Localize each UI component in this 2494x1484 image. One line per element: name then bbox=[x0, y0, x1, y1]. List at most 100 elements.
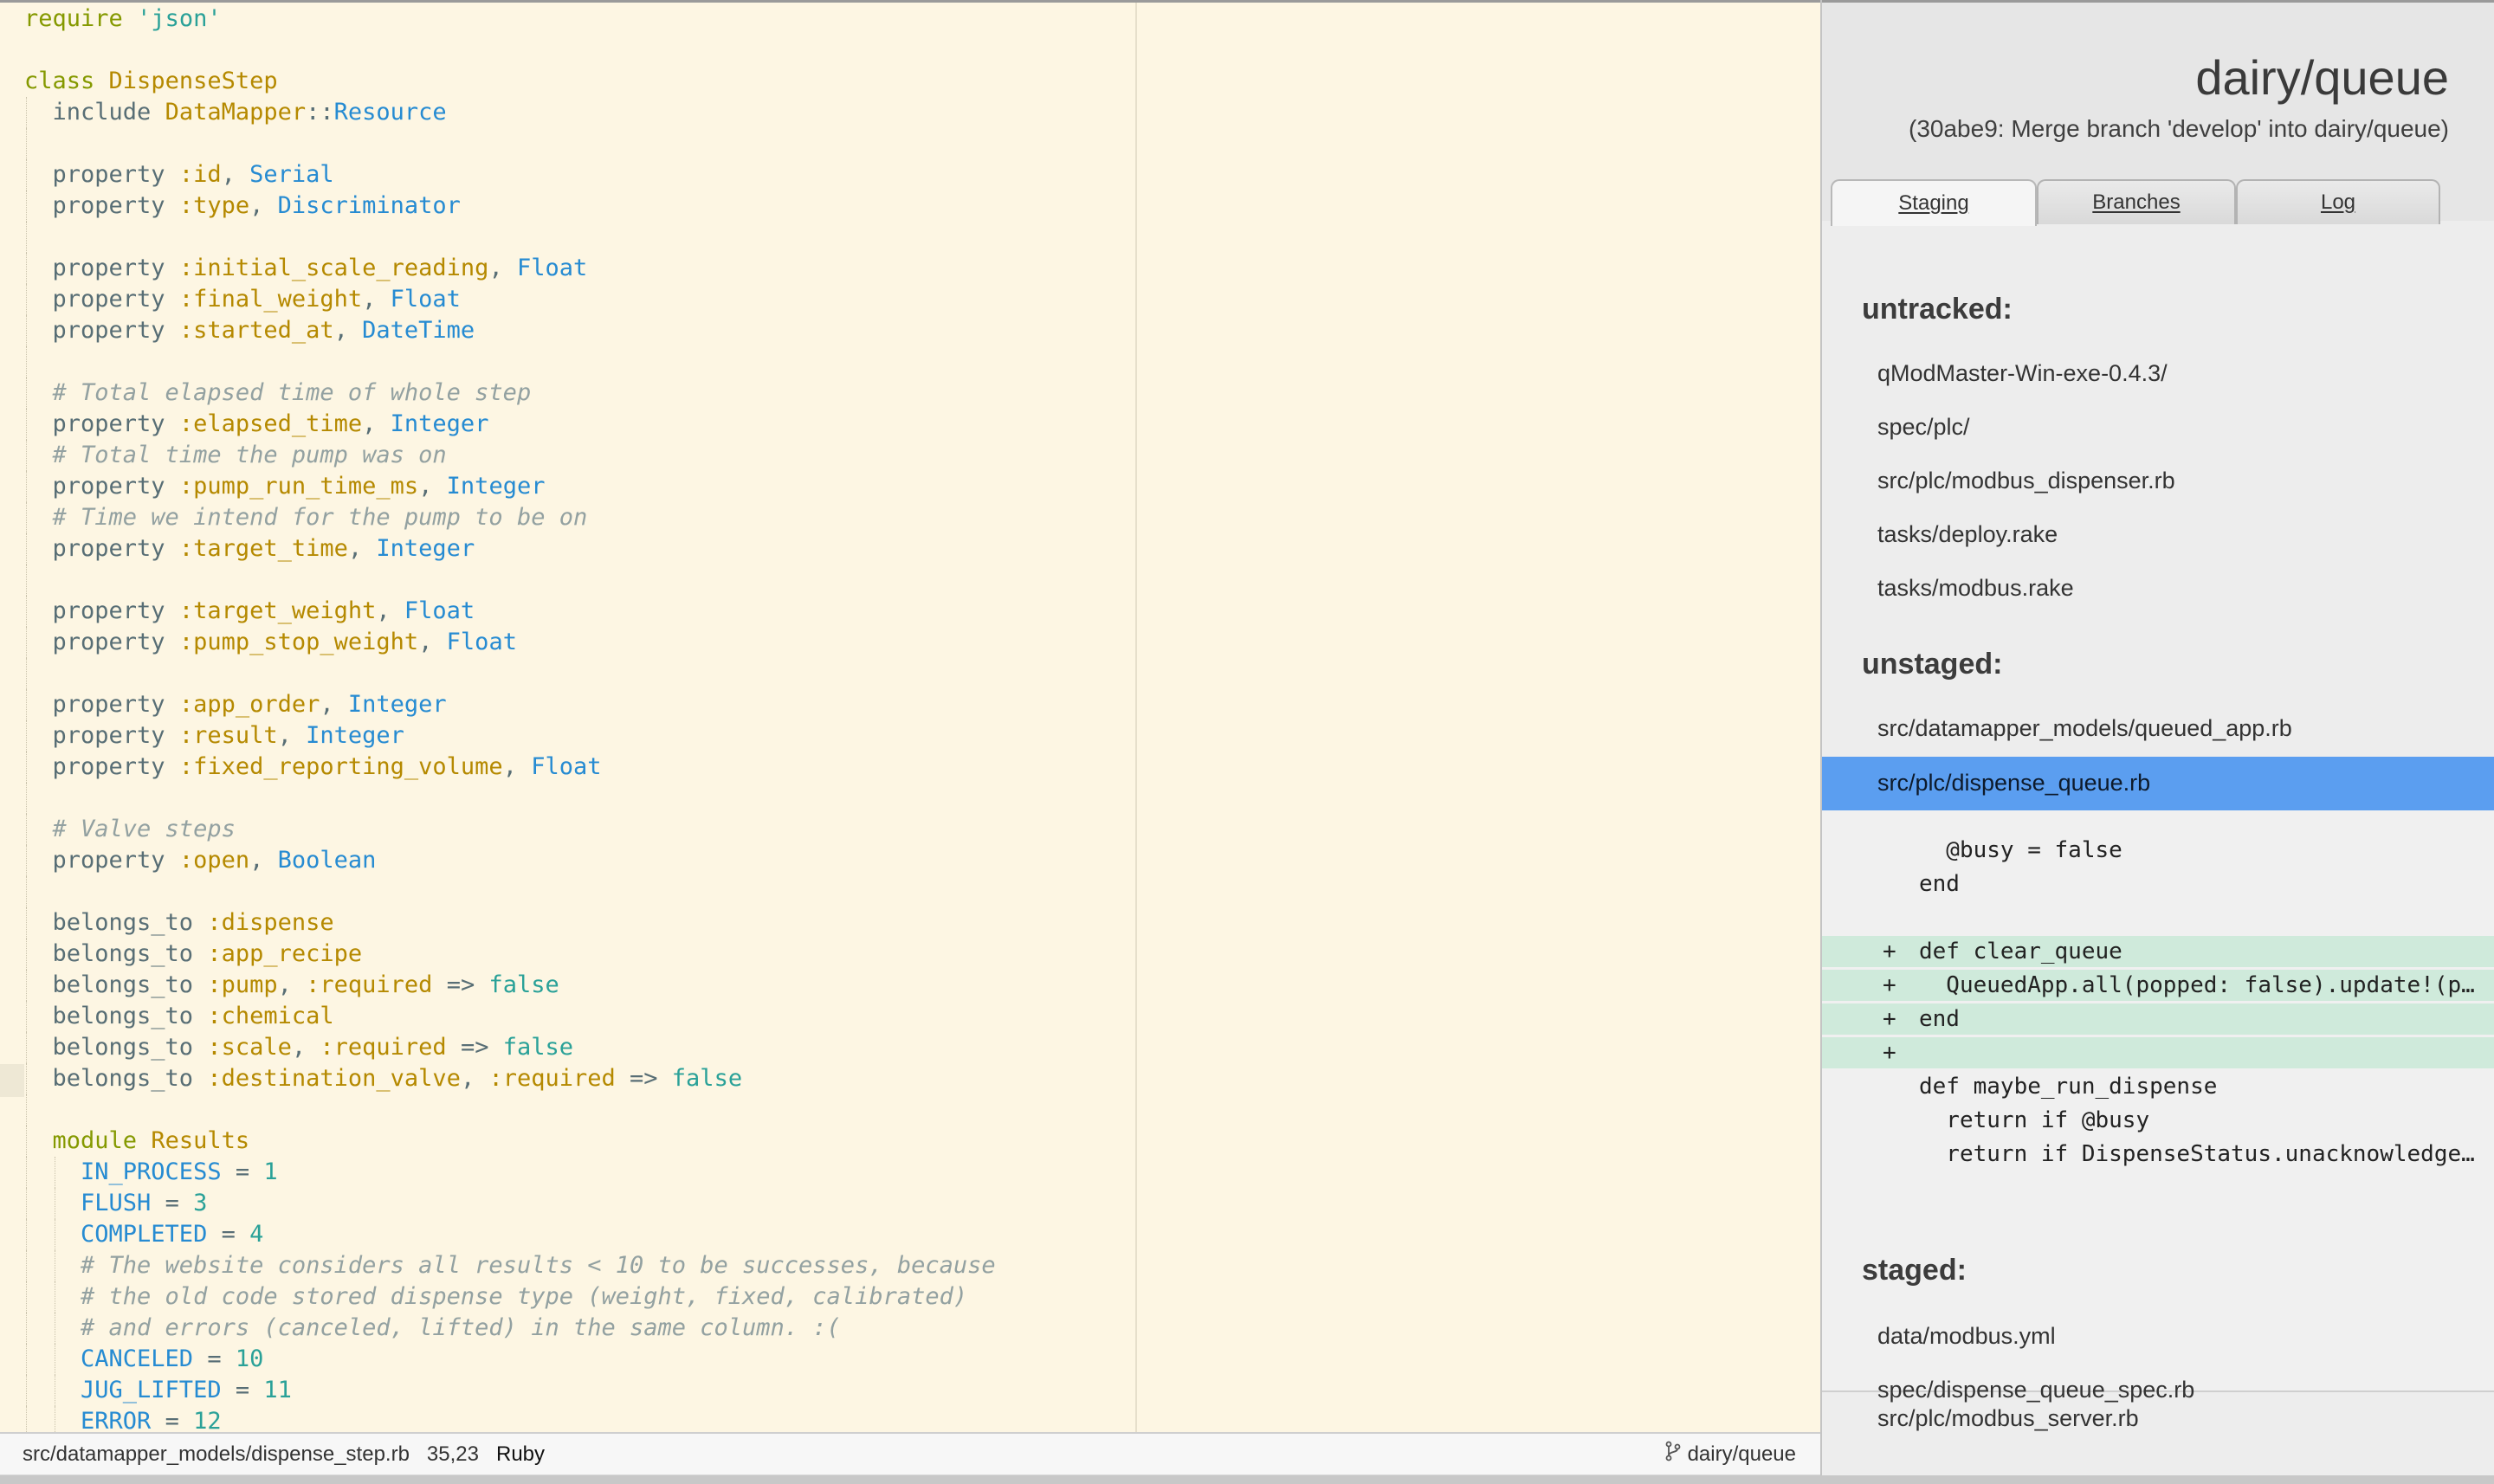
code-token: :id bbox=[178, 161, 222, 188]
untracked-file[interactable]: qModMaster-Win-exe-0.4.3/ bbox=[1877, 360, 2168, 387]
code-line[interactable]: belongs_to :destination_valve, :required… bbox=[24, 1063, 1124, 1094]
staged-file[interactable]: data/modbus.yml bbox=[1877, 1323, 2056, 1350]
code-line[interactable]: property :final_weight, Float bbox=[24, 284, 1124, 315]
indent-guide bbox=[26, 533, 27, 565]
code-token: = bbox=[151, 1408, 194, 1432]
code-token: :target_time bbox=[178, 535, 348, 562]
diff-added-line[interactable]: + QueuedApp.all(popped: false).update!(p… bbox=[1822, 970, 2494, 1001]
status-cursor-position[interactable]: 35,23 bbox=[427, 1442, 479, 1467]
code-line[interactable]: property :pump_run_time_ms, Integer bbox=[24, 471, 1124, 502]
code-line[interactable]: belongs_to :pump, :required => false bbox=[24, 970, 1124, 1001]
code-line[interactable]: IN_PROCESS = 1 bbox=[24, 1157, 1124, 1188]
code-line[interactable]: # Total elapsed time of whole step bbox=[24, 377, 1124, 409]
status-branch[interactable]: dairy/queue bbox=[1665, 1434, 1796, 1474]
diff-added-line[interactable]: + end bbox=[1822, 1003, 2494, 1035]
indent-guide bbox=[26, 720, 27, 752]
git-panel-header: dairy/queue (30abe9: Merge branch 'devel… bbox=[1822, 0, 2494, 226]
code-line[interactable] bbox=[24, 128, 1124, 159]
code-line[interactable]: JUG_LIFTED = 11 bbox=[24, 1375, 1124, 1406]
code-editor[interactable]: require 'json' class DispenseStep include… bbox=[0, 0, 1820, 1432]
untracked-file[interactable]: tasks/modbus.rake bbox=[1877, 575, 2074, 602]
code-line[interactable] bbox=[24, 1094, 1124, 1126]
code-token: :app_order bbox=[178, 691, 320, 718]
indent-guide bbox=[26, 565, 27, 596]
unstaged-file[interactable]: src/plc/modbus_server.rb bbox=[1877, 1405, 2139, 1432]
code-line[interactable]: property :type, Discriminator bbox=[24, 190, 1124, 222]
code-line[interactable]: # Time we intend for the pump to be on bbox=[24, 502, 1124, 533]
code-line[interactable]: property :open, Boolean bbox=[24, 845, 1124, 876]
code-line[interactable]: require 'json' bbox=[24, 3, 1124, 35]
untracked-file[interactable]: src/plc/modbus_dispenser.rb bbox=[1877, 468, 2175, 494]
status-grammar[interactable]: Ruby bbox=[496, 1442, 545, 1467]
code-line[interactable]: include DataMapper::Resource bbox=[24, 97, 1124, 128]
code-line[interactable] bbox=[24, 565, 1124, 596]
code-line[interactable]: class DispenseStep bbox=[24, 66, 1124, 97]
tab-branches[interactable]: Branches bbox=[2037, 179, 2236, 224]
indent-guide bbox=[26, 1126, 27, 1157]
indent-guide bbox=[26, 1313, 27, 1344]
diff-context-line[interactable]: end bbox=[1822, 868, 2494, 900]
code-token: = bbox=[193, 1345, 236, 1372]
code-token: belongs_to bbox=[24, 971, 208, 998]
untracked-file[interactable]: tasks/deploy.rake bbox=[1877, 521, 2058, 548]
code-line[interactable]: property :target_time, Integer bbox=[24, 533, 1124, 565]
code-line[interactable]: # Total time the pump was on bbox=[24, 440, 1124, 471]
code-line[interactable] bbox=[24, 222, 1124, 253]
code-line[interactable]: # and errors (canceled, lifted) in the s… bbox=[24, 1313, 1124, 1344]
code-line[interactable] bbox=[24, 658, 1124, 689]
code-text-area[interactable]: require 'json' class DispenseStep include… bbox=[24, 3, 1124, 1432]
code-line[interactable]: belongs_to :chemical bbox=[24, 1001, 1124, 1032]
code-line[interactable]: # Valve steps bbox=[24, 814, 1124, 845]
indent-guide bbox=[26, 346, 27, 377]
git-panel-tabs: Log Branches Staging bbox=[1822, 176, 2494, 226]
code-line[interactable]: belongs_to :app_recipe bbox=[24, 939, 1124, 970]
code-line[interactable]: property :app_order, Integer bbox=[24, 689, 1124, 720]
diff-added-line[interactable]: + def clear_queue bbox=[1822, 936, 2494, 967]
code-token: 12 bbox=[193, 1408, 222, 1432]
code-line[interactable]: property :fixed_reporting_volume, Float bbox=[24, 752, 1124, 783]
tab-staging[interactable]: Staging bbox=[1831, 179, 2037, 226]
unstaged-file-selected[interactable]: src/plc/dispense_queue.rb bbox=[1822, 757, 2494, 810]
code-token: , bbox=[347, 535, 377, 562]
code-line[interactable] bbox=[24, 35, 1124, 66]
unstaged-file[interactable]: src/datamapper_models/queued_app.rb bbox=[1877, 715, 2292, 742]
code-line[interactable]: # the old code stored dispense type (wei… bbox=[24, 1281, 1124, 1313]
code-line[interactable] bbox=[24, 876, 1124, 907]
code-token: DispenseStep bbox=[108, 68, 278, 94]
staged-file[interactable]: spec/dispense_queue_spec.rb bbox=[1877, 1377, 2194, 1403]
indent-guide bbox=[26, 876, 27, 907]
code-line[interactable]: belongs_to :scale, :required => false bbox=[24, 1032, 1124, 1063]
code-line[interactable]: belongs_to :dispense bbox=[24, 907, 1124, 939]
code-line[interactable]: COMPLETED = 4 bbox=[24, 1219, 1124, 1250]
diff-added-line[interactable]: + bbox=[1822, 1037, 2494, 1068]
tab-log[interactable]: Log bbox=[2236, 179, 2440, 224]
code-line[interactable] bbox=[24, 346, 1124, 377]
status-file-path[interactable]: src/datamapper_models/dispense_step.rb bbox=[23, 1442, 410, 1467]
code-line[interactable]: property :result, Integer bbox=[24, 720, 1124, 752]
file-diff-preview[interactable]: @busy = false end + def clear_queue + Queu… bbox=[1822, 810, 2494, 1392]
unstaged-file-selected-label: src/plc/dispense_queue.rb bbox=[1877, 770, 2151, 796]
code-line[interactable]: property :pump_stop_weight, Float bbox=[24, 627, 1124, 658]
code-line[interactable]: property :target_weight, Float bbox=[24, 596, 1124, 627]
code-line[interactable]: property :started_at, DateTime bbox=[24, 315, 1124, 346]
code-line[interactable]: FLUSH = 3 bbox=[24, 1188, 1124, 1219]
code-line[interactable]: property :id, Serial bbox=[24, 159, 1124, 190]
code-line[interactable]: ERROR = 12 bbox=[24, 1406, 1124, 1432]
code-line[interactable]: CANCELED = 10 bbox=[24, 1344, 1124, 1375]
code-line[interactable]: # The website considers all results < 10… bbox=[24, 1250, 1124, 1281]
code-line[interactable]: property :elapsed_time, Integer bbox=[24, 409, 1124, 440]
code-line[interactable] bbox=[24, 783, 1124, 814]
code-line[interactable]: property :initial_scale_reading, Float bbox=[24, 253, 1124, 284]
head-commit-summary: (30abe9: Merge branch 'develop' into dai… bbox=[1909, 115, 2449, 142]
diff-context-line[interactable]: return if DispenseStatus.unacknowledge… bbox=[1822, 1139, 2494, 1170]
untracked-file[interactable]: spec/plc/ bbox=[1877, 414, 1970, 441]
indent-guide bbox=[26, 689, 27, 720]
diff-context-line[interactable]: def maybe_run_dispense bbox=[1822, 1071, 2494, 1102]
code-line[interactable]: module Results bbox=[24, 1126, 1124, 1157]
diff-context-line[interactable]: @busy = false bbox=[1822, 835, 2494, 866]
indent-guide bbox=[26, 409, 27, 440]
diff-context-line[interactable]: return if @busy bbox=[1822, 1105, 2494, 1136]
diff-context-line[interactable] bbox=[1822, 902, 2494, 933]
